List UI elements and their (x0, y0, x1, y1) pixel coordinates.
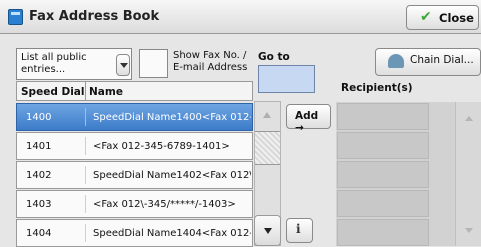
recipients-label: Recipient(s) (341, 82, 413, 94)
table-row[interactable]: 1400 SpeedDial Name1400<Fax 012- (16, 103, 253, 131)
chevron-down-icon (264, 228, 272, 234)
table-row[interactable]: 1402 SpeedDial Name1402<Fax 012\ (16, 161, 253, 189)
chevron-up-icon (465, 116, 473, 121)
name-cell: SpeedDial Name1404<Fax 012- (93, 228, 251, 239)
column-divider (85, 82, 86, 100)
recipient-slot[interactable] (337, 161, 429, 188)
recipient-slot[interactable] (337, 103, 429, 130)
name-cell: SpeedDial Name1402<Fax 012\ (93, 170, 251, 181)
table-row[interactable]: 1404 SpeedDial Name1404<Fax 012- (16, 219, 253, 247)
show-fax-checkbox[interactable] (139, 49, 168, 78)
speed-dial-cell: 1402 (26, 170, 52, 181)
goto-label: Go to (258, 51, 290, 63)
show-fax-label: Show Fax No. / E-mail Address (173, 50, 248, 73)
speed-dial-cell: 1401 (26, 141, 52, 152)
close-button-label: Close (439, 11, 474, 25)
scroll-down-button[interactable] (254, 215, 281, 246)
dropdown-button[interactable] (116, 54, 130, 76)
table-row[interactable]: 1401 <Fax 012-345-6789-1401> (16, 132, 253, 160)
chevron-down-icon (465, 228, 473, 233)
name-cell: <Fax 012-345-6789-1401> (93, 141, 230, 152)
recipients-scrollbar[interactable] (455, 102, 481, 246)
list-header: Speed Dial Name (16, 81, 253, 101)
goto-input[interactable] (258, 65, 315, 93)
add-button[interactable]: Add → (286, 104, 331, 134)
scroll-thumb[interactable] (255, 131, 280, 165)
cell-divider (85, 195, 86, 213)
table-row[interactable]: 1403 <Fax 012\-345/*****/-1403> (16, 190, 253, 218)
list-filter-value: List all public entries... (21, 52, 87, 75)
recipient-slot[interactable] (337, 219, 429, 246)
checkmark-icon: ✔ (420, 9, 432, 25)
name-cell: <Fax 012\-345/*****/-1403> (93, 199, 236, 210)
speed-dial-cell: 1404 (26, 228, 52, 239)
column-name: Name (89, 86, 123, 98)
recipient-slot[interactable] (337, 132, 429, 159)
telephone-icon (388, 54, 404, 68)
info-button[interactable]: i (286, 218, 313, 243)
chevron-down-icon (120, 63, 128, 68)
recipient-slot[interactable] (337, 190, 429, 217)
speed-dial-cell: 1400 (26, 112, 52, 123)
chevron-up-icon (263, 112, 271, 118)
info-icon: i (296, 222, 301, 236)
cell-divider (85, 224, 86, 242)
window-title: Fax Address Book (29, 9, 160, 24)
close-button[interactable]: ✔ Close (406, 5, 479, 30)
column-speed-dial: Speed Dial (21, 86, 85, 98)
speed-dial-cell: 1403 (26, 199, 52, 210)
chain-dial-label: Chain Dial... (410, 54, 474, 66)
chain-dial-button[interactable]: Chain Dial... (375, 48, 481, 76)
address-book-icon (8, 9, 23, 25)
name-cell: SpeedDial Name1400<Fax 012- (93, 112, 251, 123)
add-button-label: Add → (295, 110, 319, 134)
list-filter-dropdown[interactable]: List all public entries... (16, 48, 132, 80)
cell-divider (85, 166, 86, 184)
scroll-up-button[interactable] (254, 101, 281, 131)
cell-divider (85, 137, 86, 155)
cell-divider (85, 108, 86, 126)
